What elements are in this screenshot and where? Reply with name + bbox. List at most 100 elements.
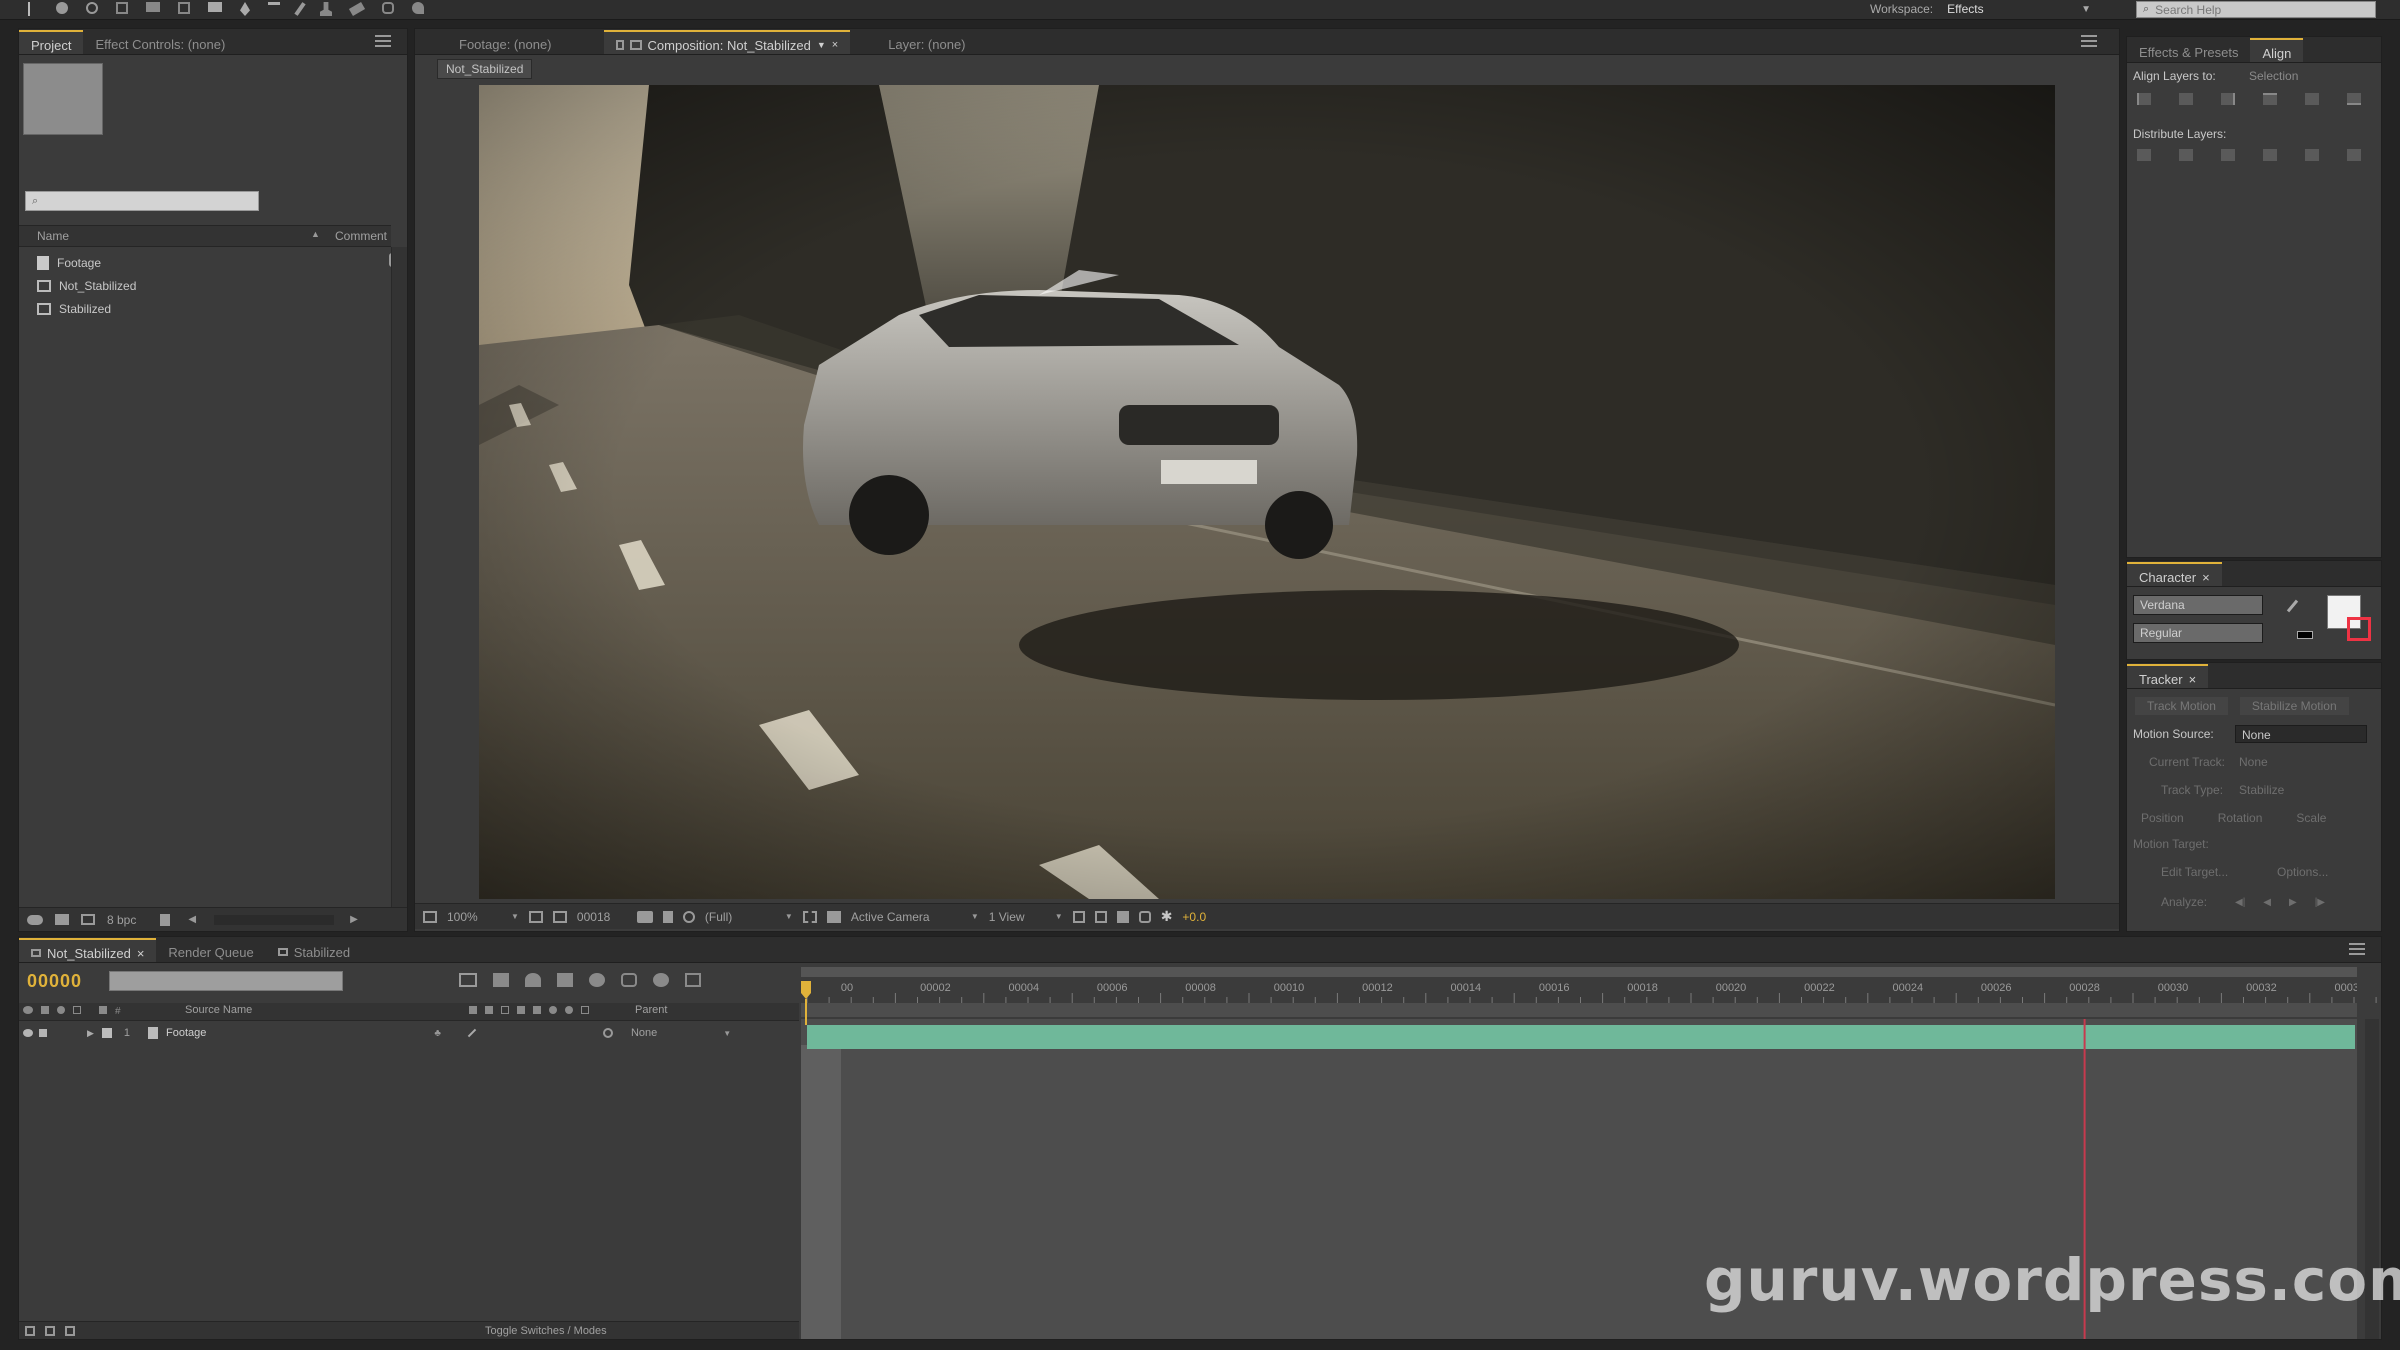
playhead-handle[interactable] [801, 981, 811, 999]
panel-menu-icon[interactable] [2081, 35, 2097, 47]
align-vcenter-icon[interactable] [2305, 93, 2319, 105]
tab-footage[interactable]: Footage: (none) [447, 30, 564, 54]
analyze-forward-icon[interactable]: ▶ [2289, 897, 2297, 908]
view-layout-select[interactable]: 1 View [989, 910, 1045, 924]
distribute-vcenter-icon[interactable] [2179, 149, 2193, 161]
resolution-select[interactable]: (Full) [705, 910, 775, 924]
tab-render-queue[interactable]: Render Queue [156, 938, 265, 962]
label-color-swatch[interactable] [101, 1028, 112, 1038]
mask-tool-icon[interactable] [208, 2, 222, 12]
quality-icon[interactable] [467, 1028, 477, 1038]
list-item[interactable]: Footage [19, 251, 391, 274]
expand-in-out-icon[interactable] [65, 1325, 75, 1336]
analyze-backward-icon[interactable]: ◀ [2263, 897, 2271, 908]
trash-icon[interactable] [160, 913, 171, 926]
roto-brush-tool-icon[interactable] [382, 2, 394, 14]
workspace-selector[interactable]: Workspace: Effects ▼ [1870, 2, 2091, 16]
tab-timeline-not-stabilized[interactable]: Not_Stabilized × [19, 938, 157, 962]
exposure-icon[interactable]: ✱ [1161, 908, 1173, 925]
brainstorm-icon[interactable] [653, 973, 669, 987]
mask-visibility-icon[interactable] [552, 910, 567, 923]
rotate-tool-icon[interactable] [116, 2, 128, 14]
comp-navigator-button[interactable]: Not_Stabilized [437, 59, 533, 79]
solo-icon[interactable] [57, 1006, 65, 1014]
quality-icon[interactable] [501, 1006, 509, 1014]
horizontal-scrollbar[interactable] [214, 914, 335, 925]
audio-icon[interactable] [41, 1006, 49, 1014]
tab-effect-controls[interactable]: Effect Controls: (none) [83, 30, 237, 54]
always-preview-icon[interactable] [423, 910, 437, 923]
tab-project[interactable]: Project [19, 30, 84, 54]
current-time-display[interactable]: 00000 [27, 971, 82, 992]
motion-blur-icon[interactable] [549, 1006, 557, 1014]
transparency-grid-icon[interactable] [826, 910, 841, 923]
collapse-icon[interactable] [485, 1006, 493, 1014]
tab-align[interactable]: Align [2250, 38, 2304, 62]
draft-3d-icon[interactable] [493, 973, 509, 987]
bpc-label[interactable]: 8 bpc [107, 913, 136, 927]
safe-zones-icon[interactable] [528, 910, 543, 923]
motion-blur-icon[interactable] [589, 973, 605, 987]
time-ruler[interactable]: 00 00002 00004 00006 00008 00010 00012 00014 000… [806, 982, 2377, 1003]
puppet-pin-tool-icon[interactable] [412, 2, 424, 14]
hand-tool-icon[interactable] [56, 2, 68, 14]
analyze-back-frame-icon[interactable]: ◀| [2235, 897, 2245, 908]
layer-duration-bar[interactable] [807, 1025, 2355, 1049]
align-right-icon[interactable] [2221, 93, 2235, 105]
stabilize-motion-button[interactable]: Stabilize Motion [2239, 697, 2349, 715]
eye-icon[interactable] [23, 1006, 33, 1014]
track-motion-button[interactable]: Track Motion [2135, 697, 2228, 715]
frame-blend-icon[interactable] [533, 1006, 541, 1014]
show-snapshot-icon[interactable] [662, 910, 673, 923]
audio-icon[interactable] [39, 1029, 47, 1037]
track-type-select[interactable]: Stabilize [2239, 783, 2284, 797]
camera-select[interactable]: Active Camera [851, 910, 961, 924]
column-comment[interactable]: Comment [335, 229, 387, 243]
3d-icon[interactable] [581, 1006, 589, 1014]
edit-target-button[interactable]: Edit Target... [2161, 865, 2228, 879]
distribute-bottom-icon[interactable] [2221, 149, 2235, 161]
hash-icon[interactable]: # [115, 1006, 121, 1017]
eyedropper-icon[interactable] [2286, 599, 2299, 613]
brush-tool-icon[interactable] [294, 2, 306, 16]
magnification-select[interactable]: 100% [447, 910, 501, 924]
close-icon[interactable]: × [2189, 672, 2197, 687]
align-left-icon[interactable] [2137, 93, 2151, 105]
fast-preview-icon[interactable] [1094, 910, 1107, 923]
font-family-select[interactable]: Verdana [2133, 595, 2263, 615]
graph-editor-icon[interactable] [621, 973, 637, 987]
current-time-display[interactable]: 00018 [577, 910, 627, 924]
project-search-input[interactable]: ⌕ [25, 191, 259, 211]
layer-search-input[interactable] [109, 971, 343, 991]
pan-behind-tool-icon[interactable] [178, 2, 190, 14]
column-name[interactable]: Name [37, 229, 69, 243]
pen-tool-icon[interactable] [240, 2, 250, 16]
pixel-aspect-icon[interactable] [1072, 910, 1085, 923]
clone-stamp-tool-icon[interactable] [320, 2, 332, 16]
shy-icon[interactable]: ♣ [434, 1028, 441, 1039]
eraser-tool-icon[interactable] [348, 2, 366, 16]
snapshot-camera-icon[interactable] [636, 910, 653, 923]
work-area-bar[interactable] [801, 1003, 2357, 1017]
options-button[interactable]: Options... [2277, 865, 2328, 879]
flowchart-icon[interactable] [1138, 910, 1151, 923]
scale-checkbox[interactable]: Scale [2296, 811, 2326, 825]
toggle-switches-modes-button[interactable]: Toggle Switches / Modes [485, 1325, 607, 1337]
table-row[interactable]: ▶ 1 Footage ♣ None ▼ [19, 1023, 799, 1043]
selection-tool-icon[interactable] [28, 2, 38, 16]
adjustment-icon[interactable] [565, 1006, 573, 1014]
lock-icon[interactable] [73, 1006, 81, 1014]
close-icon[interactable]: × [2202, 570, 2210, 585]
tab-character[interactable]: Character × [2127, 562, 2222, 586]
column-source-name[interactable]: Source Name [185, 1004, 252, 1016]
motion-source-select[interactable]: None [2235, 725, 2367, 743]
scroll-right-icon[interactable]: ▶ [350, 914, 358, 925]
close-icon[interactable]: × [137, 946, 145, 961]
align-hcenter-icon[interactable] [2179, 93, 2193, 105]
type-tool-icon[interactable] [268, 2, 280, 16]
align-top-icon[interactable] [2263, 93, 2277, 105]
shy-layers-icon[interactable] [525, 973, 541, 987]
parent-select[interactable]: None [631, 1027, 657, 1039]
list-item[interactable]: Stabilized [19, 297, 391, 320]
composition-viewer[interactable] [479, 85, 2055, 899]
